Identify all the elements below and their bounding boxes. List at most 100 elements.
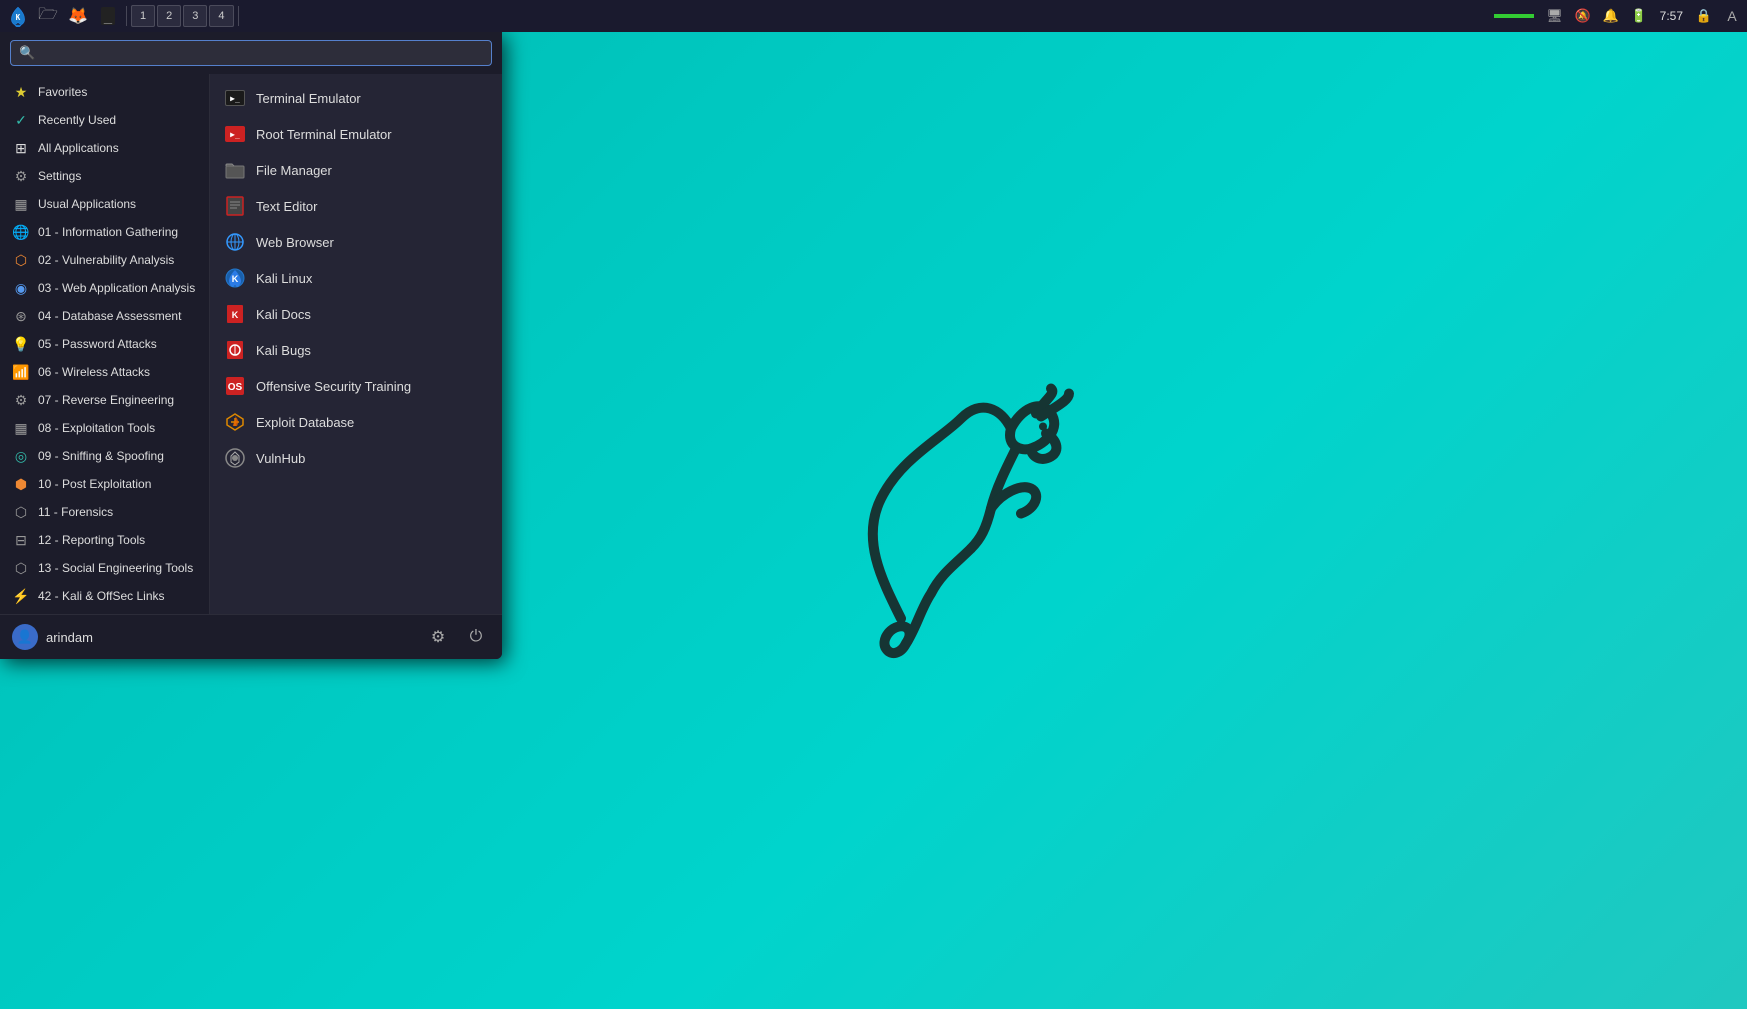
lock-icon[interactable]: 🔒 xyxy=(1693,5,1715,27)
menu-bottom-actions: ⚙ ⏻ xyxy=(424,623,490,651)
terminal-taskbar-button[interactable]: _ xyxy=(94,2,122,30)
panel-item-label: Root Terminal Emulator xyxy=(256,127,392,142)
sidebar-item-08-exploit[interactable]: ▦ 08 - Exploitation Tools xyxy=(2,414,207,442)
panel-item-label: Kali Docs xyxy=(256,307,311,322)
power-button[interactable]: ⏻ xyxy=(462,623,490,651)
search-input-wrap[interactable]: 🔍 xyxy=(10,40,492,66)
battery-icon[interactable]: 🔋 xyxy=(1628,5,1650,27)
panel-item-label: Offensive Security Training xyxy=(256,379,411,394)
panel-item-exploit-db[interactable]: Exploit Database xyxy=(210,404,502,440)
sidebar-item-label: 11 - Forensics xyxy=(38,505,113,519)
search-bar: 🔍 xyxy=(0,32,502,74)
workspace-1-button[interactable]: 1 xyxy=(131,5,155,27)
user-icon[interactable]: A xyxy=(1721,5,1743,27)
panel-item-root-terminal[interactable]: ▶_ Root Terminal Emulator xyxy=(210,116,502,152)
svg-text:K: K xyxy=(232,310,239,320)
recently-used-icon: ✓ xyxy=(12,111,30,129)
sidebar-item-label: 07 - Reverse Engineering xyxy=(38,393,174,407)
sidebar-item-12-reporting[interactable]: ⊟ 12 - Reporting Tools xyxy=(2,526,207,554)
panel-item-offensive[interactable]: OS Offensive Security Training xyxy=(210,368,502,404)
menu-body: ★ Favorites ✓ Recently Used ⊞ All Applic… xyxy=(0,74,502,614)
exploit-db-icon xyxy=(224,411,246,433)
panel-item-kali-docs[interactable]: K Kali Docs xyxy=(210,296,502,332)
sidebar-item-07-reverse[interactable]: ⚙ 07 - Reverse Engineering xyxy=(2,386,207,414)
search-icon: 🔍 xyxy=(19,45,35,61)
panel-item-vulnhub[interactable]: VulnHub xyxy=(210,440,502,476)
reverse-eng-icon: ⚙ xyxy=(12,391,30,409)
user-info[interactable]: 👤 arindam xyxy=(12,624,93,650)
sidebar-item-recently-used[interactable]: ✓ Recently Used xyxy=(2,106,207,134)
sidebar-item-42-kali[interactable]: ⚡ 42 - Kali & OffSec Links xyxy=(2,582,207,610)
kali-links-icon: ⚡ xyxy=(12,587,30,605)
sidebar-item-label: 04 - Database Assessment xyxy=(38,309,181,323)
panel-item-terminal[interactable]: ▶_ Terminal Emulator xyxy=(210,80,502,116)
sidebar-item-label: 13 - Social Engineering Tools xyxy=(38,561,193,575)
kali-logo-button[interactable]: K xyxy=(4,2,32,30)
sidebar-item-usual-apps[interactable]: ▦ Usual Applications xyxy=(2,190,207,218)
panel-item-web-browser[interactable]: Web Browser xyxy=(210,224,502,260)
search-input[interactable] xyxy=(41,46,483,61)
settings-icon: ⚙ xyxy=(12,167,30,185)
offensive-security-icon: OS xyxy=(224,375,246,397)
sidebar-item-label: 09 - Sniffing & Spoofing xyxy=(38,449,164,463)
vuln-analysis-icon: ⬡ xyxy=(12,251,30,269)
taskbar-left: K 🗁 🦊 _ 1 2 3 4 xyxy=(4,2,1494,30)
notification-icon[interactable]: 🔔 xyxy=(1600,5,1622,27)
panel-item-label: Text Editor xyxy=(256,199,317,214)
sidebar-item-all-applications[interactable]: ⊞ All Applications xyxy=(2,134,207,162)
kali-docs-icon: K xyxy=(224,303,246,325)
panel-item-label: File Manager xyxy=(256,163,332,178)
menu-bottom: 👤 arindam ⚙ ⏻ xyxy=(0,614,502,659)
sidebar-item-11-forensics[interactable]: ⬡ 11 - Forensics xyxy=(2,498,207,526)
panel-item-kali-linux[interactable]: K Kali Linux xyxy=(210,260,502,296)
sidebar-item-05-pass[interactable]: 💡 05 - Password Attacks xyxy=(2,330,207,358)
firefox-taskbar-button[interactable]: 🦊 xyxy=(64,2,92,30)
workspace-3-button[interactable]: 3 xyxy=(183,5,207,27)
username-label: arindam xyxy=(46,630,93,645)
vulnhub-icon xyxy=(224,447,246,469)
sidebar-item-label: Favorites xyxy=(38,85,87,99)
sidebar-item-06-wireless[interactable]: 📶 06 - Wireless Attacks xyxy=(2,358,207,386)
svg-text:K: K xyxy=(16,13,21,22)
sidebar-item-04-db[interactable]: ⊛ 04 - Database Assessment xyxy=(2,302,207,330)
wireless-icon: 📶 xyxy=(12,363,30,381)
forensics-icon: ⬡ xyxy=(12,503,30,521)
terminal-icon: ▶_ xyxy=(224,87,246,109)
workspace-4-button[interactable]: 4 xyxy=(209,5,233,27)
kali-linux-icon: K xyxy=(224,267,246,289)
sidebar-item-favorites[interactable]: ★ Favorites xyxy=(2,78,207,106)
desktop: 🔍 ★ Favorites ✓ Recently Used ⊞ All Appl… xyxy=(0,32,1747,1009)
sidebar-item-settings[interactable]: ⚙ Settings xyxy=(2,162,207,190)
panel-item-label: VulnHub xyxy=(256,451,305,466)
svg-text:K: K xyxy=(232,274,239,284)
sidebar-item-label: 03 - Web Application Analysis xyxy=(38,281,195,295)
separator-2 xyxy=(238,6,239,26)
taskbar-right: 🖥 🔕 🔔 🔋 7:57 🔒 A xyxy=(1494,5,1743,27)
panel-item-label: Terminal Emulator xyxy=(256,91,361,106)
sidebar-item-label: 12 - Reporting Tools xyxy=(38,533,145,547)
panel-item-label: Exploit Database xyxy=(256,415,354,430)
panel-item-file-manager[interactable]: File Manager xyxy=(210,152,502,188)
sidebar-item-label: 08 - Exploitation Tools xyxy=(38,421,155,435)
sidebar-item-13-social[interactable]: ⬡ 13 - Social Engineering Tools xyxy=(2,554,207,582)
info-gathering-icon: 🌐 xyxy=(12,223,30,241)
panel-item-label: Kali Bugs xyxy=(256,343,311,358)
db-icon: ⊛ xyxy=(12,307,30,325)
mute-icon[interactable]: 🔕 xyxy=(1572,5,1594,27)
svg-text:OS: OS xyxy=(228,382,243,393)
taskbar: K 🗁 🦊 _ 1 2 3 4 🖥 🔕 🔔 🔋 7:57 🔒 A xyxy=(0,0,1747,32)
sidebar-item-10-post[interactable]: ⬢ 10 - Post Exploitation xyxy=(2,470,207,498)
sidebar-item-01-info[interactable]: 🌐 01 - Information Gathering xyxy=(2,218,207,246)
power-icon: ⏻ xyxy=(470,628,483,646)
sidebar-item-label: Recently Used xyxy=(38,113,116,127)
panel-item-kali-bugs[interactable]: Kali Bugs xyxy=(210,332,502,368)
reporting-icon: ⊟ xyxy=(12,531,30,549)
sidebar-item-03-web[interactable]: ◉ 03 - Web Application Analysis xyxy=(2,274,207,302)
workspace-2-button[interactable]: 2 xyxy=(157,5,181,27)
panel-item-text-editor[interactable]: Text Editor xyxy=(210,188,502,224)
sidebar-item-09-sniff[interactable]: ◎ 09 - Sniffing & Spoofing xyxy=(2,442,207,470)
file-manager-taskbar-button[interactable]: 🗁 xyxy=(34,2,62,30)
menu-settings-button[interactable]: ⚙ xyxy=(424,623,452,651)
sidebar-item-02-vuln[interactable]: ⬡ 02 - Vulnerability Analysis xyxy=(2,246,207,274)
monitor-icon[interactable]: 🖥 xyxy=(1544,5,1566,27)
